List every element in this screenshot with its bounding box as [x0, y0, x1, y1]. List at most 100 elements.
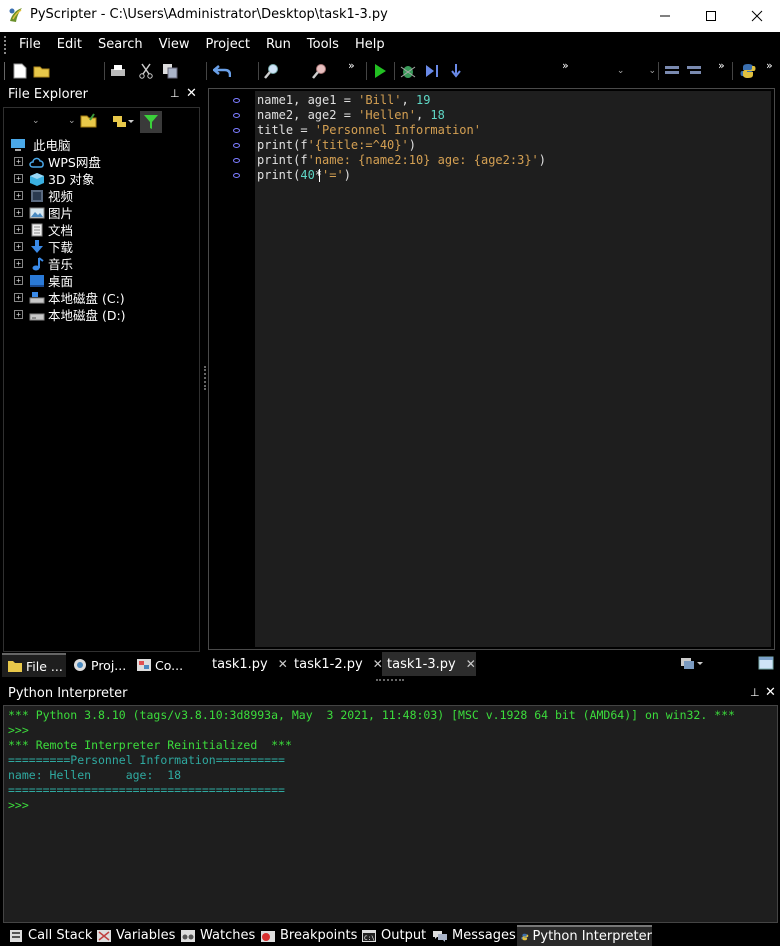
folder-view-icon[interactable]: [112, 114, 134, 131]
expand-icon[interactable]: +: [14, 157, 23, 166]
code-editor[interactable]: name1, age1 = 'Bill', 19 name2, age2 = '…: [208, 88, 775, 650]
code-line[interactable]: name2, age2 = 'Hellen', 18: [257, 108, 445, 123]
close-button[interactable]: [734, 0, 780, 32]
code-line[interactable]: print(f'name: {name2:10} age: {age2:3}'): [257, 153, 546, 168]
interpreter-console[interactable]: *** Python 3.8.10 (tags/v3.8.10:3d8993a,…: [3, 705, 778, 923]
code-line[interactable]: print(40*'='): [257, 168, 351, 183]
expand-icon[interactable]: +: [14, 259, 23, 268]
line-marker-icon[interactable]: [233, 158, 240, 163]
print-icon[interactable]: [108, 61, 128, 81]
tab-project-explorer[interactable]: Proj...: [70, 653, 126, 677]
menu-run[interactable]: Run: [258, 32, 299, 58]
menu-view[interactable]: View: [151, 32, 198, 58]
tab-output[interactable]: C:\ Output: [361, 925, 426, 946]
code-line[interactable]: title = 'Personnel Information': [257, 123, 481, 138]
expand-icon[interactable]: +: [14, 242, 23, 251]
forward-dropdown-icon[interactable]: ⌄: [68, 116, 76, 126]
tree-item-drive-d[interactable]: + 本地磁盘 (D:): [14, 306, 126, 323]
toolbar-overflow-chevron-icon[interactable]: »: [348, 59, 355, 72]
back-dropdown-icon[interactable]: ⌄: [32, 116, 40, 126]
close-panel-icon[interactable]: ✕: [765, 685, 776, 700]
code-line[interactable]: name1, age1 = 'Bill', 19: [257, 93, 430, 108]
tree-item-drive-c[interactable]: + 本地磁盘 (C:): [14, 289, 125, 306]
debug-icon[interactable]: [398, 61, 418, 81]
tab-label: Messages: [452, 928, 516, 943]
editor-gutter[interactable]: [211, 91, 255, 647]
line-marker-icon[interactable]: [233, 113, 240, 118]
tab-watches[interactable]: Watches: [180, 925, 255, 946]
close-tab-icon[interactable]: ✕: [466, 657, 476, 671]
menu-grip[interactable]: [4, 36, 7, 54]
expand-icon[interactable]: +: [14, 276, 23, 285]
tab-call-stack[interactable]: Call Stack: [8, 925, 92, 946]
new-file-icon[interactable]: [10, 61, 30, 81]
cut-icon[interactable]: [136, 61, 156, 81]
close-panel-icon[interactable]: ✕: [186, 86, 197, 101]
console-prompt[interactable]: >>>: [8, 798, 29, 813]
tab-breakpoints[interactable]: Breakpoints: [260, 925, 357, 946]
tree-item-pictures[interactable]: + 图片: [14, 204, 73, 221]
editor-tab-active[interactable]: task1-3.py ✕: [382, 652, 476, 676]
tree-item-wps-drive[interactable]: + WPS网盘: [14, 153, 101, 170]
tree-item-downloads[interactable]: + 下载: [14, 238, 73, 255]
editor-tab[interactable]: task1-2.py ✕: [294, 652, 383, 676]
menu-edit[interactable]: Edit: [49, 32, 90, 58]
window-list-icon[interactable]: [680, 656, 704, 673]
step-into-icon[interactable]: [446, 61, 466, 81]
tab-file-explorer[interactable]: File ...: [2, 653, 66, 677]
expand-icon[interactable]: +: [14, 208, 23, 217]
line-marker-icon[interactable]: [233, 128, 240, 133]
run-to-cursor-icon[interactable]: [422, 61, 442, 81]
tree-item-3d-objects[interactable]: + 3D 对象: [14, 170, 95, 187]
line-marker-icon[interactable]: [233, 98, 240, 103]
minimize-button[interactable]: [642, 0, 688, 32]
open-folder-icon[interactable]: [80, 113, 98, 132]
expand-icon[interactable]: +: [14, 293, 23, 302]
code-token: ): [538, 153, 546, 167]
expand-icon[interactable]: +: [14, 174, 23, 183]
expand-icon[interactable]: +: [14, 191, 23, 200]
dropdown-selector[interactable]: ⌄ ⌄: [580, 61, 656, 81]
toolbar-overflow-chevron-icon[interactable]: »: [718, 59, 725, 72]
editor-tab-label: task1-2.py: [294, 656, 363, 672]
tab-python-interpreter[interactable]: Python Interpreter: [517, 925, 652, 946]
expand-icon[interactable]: +: [14, 225, 23, 234]
pin-icon[interactable]: ⊥: [170, 87, 180, 100]
code-area[interactable]: name1, age1 = 'Bill', 19 name2, age2 = '…: [255, 91, 771, 647]
expand-icon[interactable]: +: [14, 310, 23, 319]
toolbar-overflow-chevron-icon[interactable]: »: [562, 59, 569, 72]
find-icon[interactable]: [262, 61, 282, 81]
pin-icon[interactable]: ⊥: [750, 686, 760, 699]
copy-icon[interactable]: [160, 61, 180, 81]
python-icon[interactable]: [738, 61, 758, 81]
menu-file[interactable]: File: [11, 32, 49, 58]
tab-messages[interactable]: Messages: [432, 925, 516, 946]
tree-item-music[interactable]: + 音乐: [14, 255, 73, 272]
tree-item-desktop[interactable]: + 桌面: [14, 272, 73, 289]
layout-icon[interactable]: [662, 61, 682, 81]
tree-item-videos[interactable]: + 视频: [14, 187, 73, 204]
menu-help[interactable]: Help: [347, 32, 393, 58]
replace-icon[interactable]: [310, 61, 330, 81]
toolbar-overflow-chevron-icon[interactable]: »: [766, 59, 773, 72]
undo-icon[interactable]: [212, 61, 232, 81]
new-window-icon[interactable]: [758, 656, 774, 673]
filter-icon[interactable]: [140, 111, 162, 133]
editor-tab[interactable]: task1.py ✕: [212, 652, 288, 676]
menu-project[interactable]: Project: [197, 32, 257, 58]
maximize-button[interactable]: [688, 0, 734, 32]
run-icon[interactable]: [370, 61, 390, 81]
layout-alt-icon[interactable]: [684, 61, 704, 81]
tab-code-explorer[interactable]: Co...: [134, 653, 183, 677]
menu-search[interactable]: Search: [90, 32, 151, 58]
toolbar-separator: [732, 62, 733, 80]
code-line[interactable]: print(f'{title:=^40}'): [257, 138, 416, 153]
tab-variables[interactable]: Variables: [96, 925, 175, 946]
menu-tools[interactable]: Tools: [299, 32, 347, 58]
line-marker-icon[interactable]: [233, 173, 240, 178]
line-marker-icon[interactable]: [233, 143, 240, 148]
open-file-icon[interactable]: [32, 61, 52, 81]
close-tab-icon[interactable]: ✕: [278, 657, 288, 671]
tree-item-documents[interactable]: + 文档: [14, 221, 73, 238]
tree-root[interactable]: 此电脑: [10, 136, 71, 153]
